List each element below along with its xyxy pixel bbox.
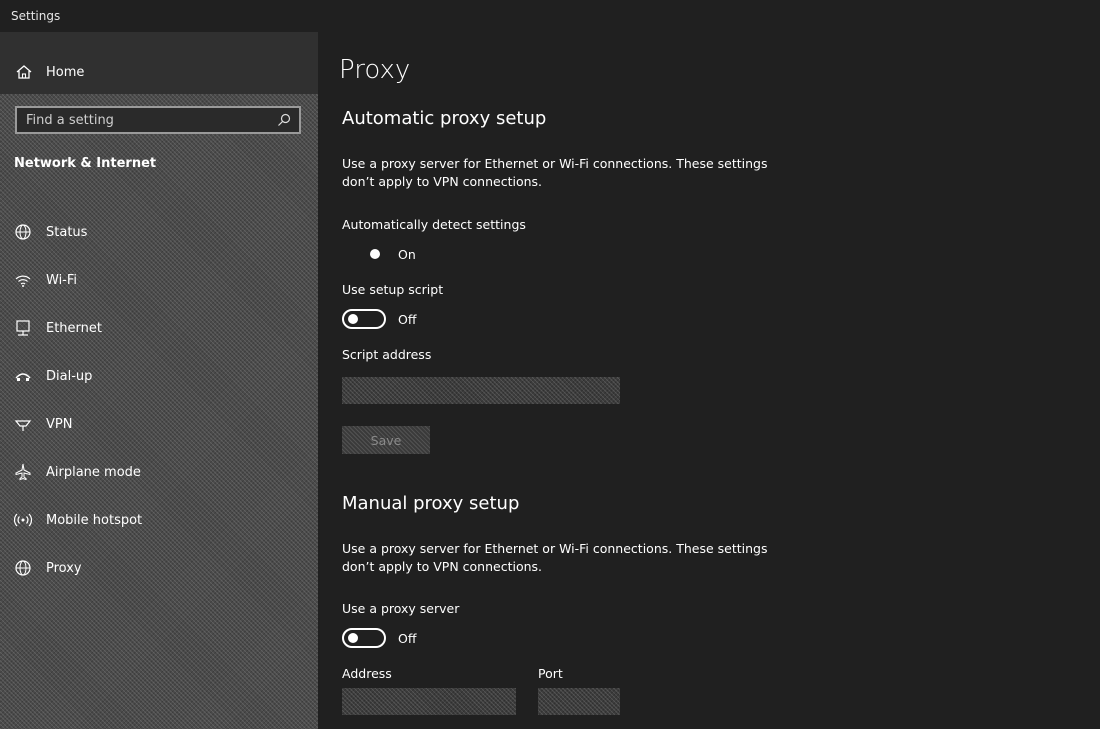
- toggle-knob: [348, 633, 358, 643]
- sidebar-item-mobile-hotspot[interactable]: Mobile hotspot: [0, 496, 318, 544]
- sidebar-item-label: Dial-up: [46, 368, 93, 384]
- airplane-icon: [15, 463, 31, 481]
- main-content: Proxy Automatic proxy setup Use a proxy …: [339, 0, 1082, 729]
- dialup-icon: [15, 373, 31, 381]
- section-title: Network & Internet: [14, 156, 157, 171]
- setup-script-label: Use setup script: [342, 282, 444, 297]
- sidebar-item-airplane-mode[interactable]: Airplane mode: [0, 448, 318, 496]
- page-title: Proxy: [339, 55, 411, 85]
- sidebar-item-vpn[interactable]: VPN: [0, 400, 318, 448]
- use-proxy-state: Off: [398, 630, 417, 646]
- use-proxy-label: Use a proxy server: [342, 601, 460, 616]
- use-proxy-row: Off: [342, 628, 416, 648]
- sidebar-item-label: Wi-Fi: [46, 272, 78, 288]
- manual-proxy-heading: Manual proxy setup: [342, 493, 520, 514]
- toggle-knob: [348, 314, 358, 324]
- search-icon: [278, 113, 291, 126]
- manual-proxy-description: Use a proxy server for Ethernet or Wi-Fi…: [342, 541, 768, 574]
- sidebar: Home Find a setting Network & Internet S…: [0, 32, 318, 729]
- port-input[interactable]: [538, 688, 620, 715]
- wifi-icon: [15, 275, 31, 287]
- toggle-knob: [370, 249, 380, 259]
- detect-settings-row: On: [342, 244, 416, 264]
- sidebar-item-label: Airplane mode: [46, 464, 141, 480]
- detect-settings-toggle[interactable]: [342, 244, 386, 264]
- home-label: Home: [46, 64, 85, 80]
- detect-settings-label: Automatically detect settings: [342, 217, 526, 232]
- sidebar-item-status[interactable]: Status: [0, 208, 318, 256]
- address-input[interactable]: [342, 688, 516, 715]
- setup-script-row: Off: [342, 309, 416, 329]
- sidebar-item-proxy[interactable]: Proxy: [0, 544, 318, 592]
- search-placeholder: Find a setting: [26, 112, 114, 128]
- home-icon: [16, 65, 32, 79]
- sidebar-item-label: Mobile hotspot: [46, 512, 143, 528]
- sidebar-item-label: Ethernet: [46, 320, 102, 336]
- ethernet-icon: [16, 320, 30, 336]
- sidebar-item-label: Status: [46, 224, 88, 240]
- hotspot-icon: [14, 513, 32, 527]
- sidebar-item-wifi[interactable]: Wi-Fi: [0, 256, 318, 304]
- sidebar-item-label: Proxy: [46, 560, 82, 576]
- automatic-proxy-description: Use a proxy server for Ethernet or Wi-Fi…: [342, 156, 768, 189]
- sidebar-item-dialup[interactable]: Dial-up: [0, 352, 318, 400]
- search-input[interactable]: Find a setting: [15, 106, 301, 134]
- script-address-label: Script address: [342, 347, 432, 362]
- globe-icon: [15, 224, 31, 240]
- address-label: Address: [342, 666, 392, 681]
- use-proxy-toggle[interactable]: [342, 628, 386, 648]
- save-button[interactable]: Save: [342, 426, 430, 454]
- detect-settings-state: On: [398, 246, 416, 262]
- script-address-input[interactable]: [342, 377, 620, 404]
- setup-script-toggle[interactable]: [342, 309, 386, 329]
- port-label: Port: [538, 666, 563, 681]
- proxy-icon: [15, 560, 31, 576]
- automatic-proxy-heading: Automatic proxy setup: [342, 108, 547, 129]
- setup-script-state: Off: [398, 311, 417, 327]
- sidebar-item-ethernet[interactable]: Ethernet: [0, 304, 318, 352]
- sidebar-nav: Status Wi-Fi Ethernet Dial-up VPN Airpla…: [0, 208, 318, 592]
- home-button[interactable]: Home: [0, 58, 318, 86]
- sidebar-item-label: VPN: [46, 416, 73, 432]
- vpn-icon: [14, 420, 32, 431]
